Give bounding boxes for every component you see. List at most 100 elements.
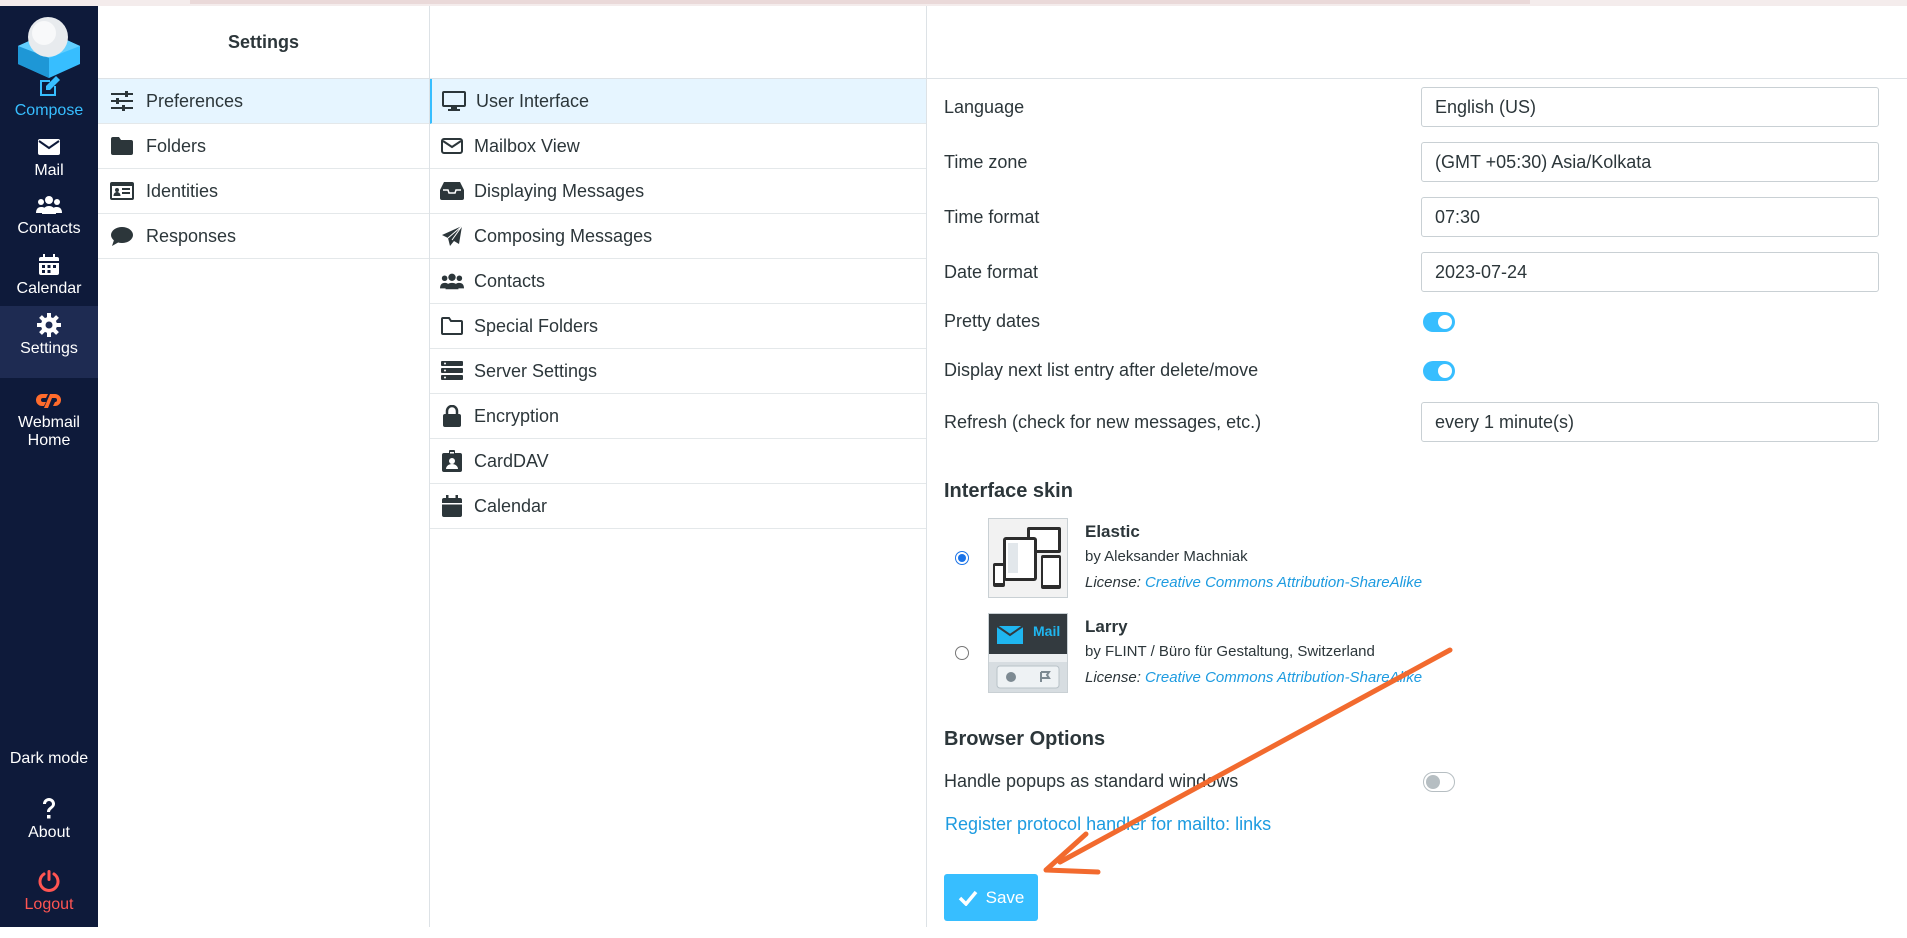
- form-header: [927, 6, 1907, 79]
- pref-label: Mailbox View: [474, 135, 580, 156]
- nav-logout[interactable]: Logout: [0, 868, 98, 938]
- nav-contacts-label: Contacts: [17, 220, 81, 237]
- timeformat-select[interactable]: 07:30: [1421, 197, 1879, 237]
- section-identities[interactable]: Identities: [98, 169, 429, 214]
- skin-elastic-author: by Aleksander Machniak: [1085, 548, 1248, 565]
- power-icon: [38, 870, 60, 892]
- pref-composing-messages[interactable]: Composing Messages: [430, 214, 926, 259]
- nav-about[interactable]: About: [0, 796, 98, 866]
- pref-server-settings[interactable]: Server Settings: [430, 349, 926, 394]
- moon-icon: [43, 725, 53, 745]
- pref-mailbox-view[interactable]: Mailbox View: [430, 124, 926, 169]
- pref-label: Server Settings: [474, 360, 598, 381]
- nav-compose-label: Compose: [14, 102, 84, 119]
- section-label: Responses: [146, 225, 237, 246]
- section-label: Preferences: [146, 90, 244, 111]
- popups-row: Handle popups as standard windows: [944, 771, 1899, 792]
- pref-label: Calendar: [474, 495, 548, 516]
- skin-elastic-radio[interactable]: [955, 551, 969, 565]
- inbox-icon: [440, 180, 464, 202]
- license-label: License:: [1085, 669, 1141, 686]
- pref-user-interface[interactable]: User Interface: [430, 79, 926, 124]
- skin-elastic-name: Elastic: [1085, 522, 1140, 541]
- pref-label: Composing Messages: [474, 225, 653, 246]
- gear-icon: [37, 313, 61, 337]
- skin-elastic-license: License: Creative Commons Attribution-Sh…: [1085, 574, 1422, 591]
- pref-label: Encryption: [474, 405, 560, 426]
- pref-label: Contacts: [474, 270, 546, 291]
- timezone-label: Time zone: [944, 151, 1028, 172]
- check-icon: [958, 890, 977, 906]
- nav-mail-label: Mail: [34, 162, 64, 179]
- skin-larry-thumbnail: Mail: [988, 613, 1068, 693]
- nav-webmail-home[interactable]: Webmail Home: [0, 386, 98, 456]
- users-icon: [440, 270, 464, 292]
- id-card-icon: [110, 180, 134, 202]
- language-select[interactable]: English (US): [1421, 87, 1879, 127]
- register-protocol-link[interactable]: Register protocol handler for mailto: li…: [945, 814, 1271, 835]
- skin-elastic: Elastic by Aleksander Machniak License: …: [944, 518, 1644, 598]
- section-label: Identities: [146, 180, 219, 201]
- section-label: Folders: [146, 135, 207, 156]
- language-label: Language: [944, 96, 1025, 117]
- nav-dark-mode-label: Dark mode: [9, 750, 89, 767]
- timeformat-label: Time format: [944, 206, 1040, 227]
- paper-plane-icon: [440, 225, 464, 247]
- pref-encryption[interactable]: Encryption: [430, 394, 926, 439]
- skin-elastic-license-link[interactable]: Creative Commons Attribution-ShareAlike: [1145, 574, 1422, 591]
- skin-larry-license-link[interactable]: Creative Commons Attribution-ShareAlike: [1145, 669, 1422, 686]
- pref-label: Special Folders: [474, 315, 599, 336]
- save-button[interactable]: Save: [944, 874, 1038, 921]
- pref-special-folders[interactable]: Special Folders: [430, 304, 926, 349]
- browser-options-title: Browser Options: [944, 728, 1106, 750]
- pretty-dates-label: Pretty dates: [944, 311, 1041, 331]
- next-entry-row: Display next list entry after delete/mov…: [944, 360, 1899, 381]
- comment-icon: [110, 225, 134, 247]
- skin-larry-author: by FLINT / Büro für Gestaltung, Switzerl…: [1085, 643, 1375, 660]
- settings-sections-panel: Settings Preferences Folders Identities …: [98, 6, 430, 927]
- section-preferences[interactable]: Preferences: [98, 79, 429, 124]
- dateformat-select[interactable]: 2023-07-24: [1421, 252, 1879, 292]
- save-label: Save: [985, 887, 1025, 907]
- users-icon: [36, 196, 62, 214]
- timeformat-row: Time format 07:30: [944, 197, 1899, 237]
- skin-larry: Mail Larry by FLINT / Büro für Gestaltun…: [944, 613, 1644, 693]
- preferences-list-panel: User Interface Mailbox View Displaying M…: [430, 6, 927, 927]
- settings-title: Settings: [98, 6, 429, 79]
- section-folders[interactable]: Folders: [98, 124, 429, 169]
- section-responses[interactable]: Responses: [98, 214, 429, 259]
- badge-icon: [440, 450, 464, 472]
- monitor-icon: [442, 90, 466, 112]
- refresh-label: Refresh (check for new messages, etc.): [944, 411, 1262, 432]
- envelope-icon: [440, 135, 464, 157]
- pretty-dates-toggle[interactable]: [1423, 311, 1455, 332]
- preferences-header: [430, 6, 926, 79]
- nav-settings[interactable]: Settings: [0, 306, 98, 378]
- nav-dark-mode[interactable]: Dark mode: [0, 722, 98, 792]
- next-entry-label: Display next list entry after delete/mov…: [944, 360, 1259, 380]
- pref-contacts[interactable]: Contacts: [430, 259, 926, 304]
- pref-label: CardDAV: [474, 450, 549, 471]
- pref-label: Displaying Messages: [474, 180, 645, 201]
- nav-calendar-label: Calendar: [16, 280, 82, 297]
- sliders-icon: [110, 90, 134, 112]
- refresh-select[interactable]: every 1 minute(s): [1421, 402, 1879, 442]
- next-entry-toggle[interactable]: [1423, 360, 1455, 381]
- lock-icon: [440, 405, 464, 427]
- timezone-row: Time zone (GMT +05:30) Asia/Kolkata: [944, 142, 1899, 182]
- cpanel-icon: [36, 394, 61, 408]
- roundcube-logo[interactable]: [14, 12, 84, 82]
- pref-displaying-messages[interactable]: Displaying Messages: [430, 169, 926, 214]
- compose-icon: [40, 76, 60, 96]
- pref-label: User Interface: [476, 90, 590, 111]
- popups-toggle[interactable]: [1423, 771, 1455, 792]
- nav-webmail-home-label: Webmail Home: [18, 414, 80, 449]
- larry-thumb-text: Mail: [1033, 623, 1061, 639]
- license-label: License:: [1085, 574, 1141, 591]
- nav-logout-label: Logout: [24, 896, 74, 913]
- pref-calendar[interactable]: Calendar: [430, 484, 926, 529]
- timezone-select[interactable]: (GMT +05:30) Asia/Kolkata: [1421, 142, 1879, 182]
- pretty-dates-row: Pretty dates: [944, 311, 1899, 332]
- skin-larry-radio[interactable]: [955, 646, 969, 660]
- pref-carddav[interactable]: CardDAV: [430, 439, 926, 484]
